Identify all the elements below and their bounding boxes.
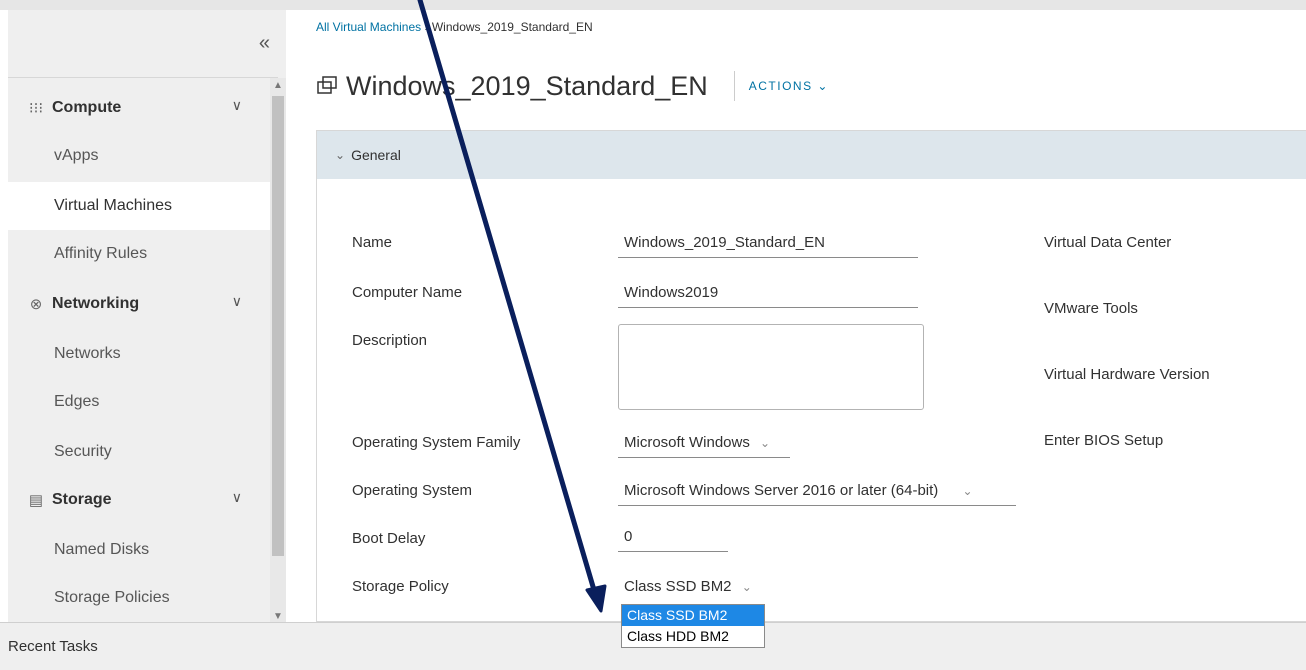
boot-delay-value: 0	[624, 528, 633, 545]
sidebar-item-security[interactable]: Security	[8, 428, 270, 476]
sidebar-group-networking[interactable]: ⊗ Networking ∨	[8, 280, 270, 328]
top-bar	[0, 0, 1306, 10]
sidebar-item-affinity-rules[interactable]: Affinity Rules	[8, 230, 270, 278]
computer-name-field[interactable]: Windows2019	[618, 284, 918, 308]
actions-button[interactable]: ACTIONS ⌄	[749, 79, 829, 93]
sidebar-item-label: Affinity Rules	[54, 245, 148, 262]
storage-policy-option[interactable]: Class HDD BM2	[622, 626, 764, 647]
chevron-down-icon: ⌄	[962, 484, 973, 498]
bios-setup-label: Enter BIOS Setup	[1044, 432, 1164, 449]
sidebar: « ⁝⁝⁝ Compute ∨ vApps Virtual Machines A…	[8, 10, 286, 624]
storage-policy-label: Storage Policy	[352, 578, 449, 595]
sidebar-group-storage[interactable]: ▤ Storage ∨	[8, 476, 270, 524]
boot-delay-label: Boot Delay	[352, 530, 426, 547]
page-title: Windows_2019_Standard_EN	[346, 70, 708, 101]
chevron-down-icon: ⌄	[741, 580, 752, 594]
chevron-down-icon: ∨	[231, 293, 242, 309]
name-label: Name	[352, 234, 393, 251]
sidebar-item-label: Storage Policies	[54, 589, 170, 606]
title-divider	[733, 71, 735, 101]
computer-name-value: Windows2019	[624, 284, 719, 301]
os-label: Operating System	[352, 482, 473, 499]
scroll-down-icon[interactable]: ▼	[273, 611, 283, 622]
sidebar-group-label: Compute	[52, 99, 122, 116]
chevron-down-icon: ⌄	[335, 148, 346, 162]
description-label: Description	[352, 332, 428, 349]
vm-icon	[317, 76, 337, 94]
os-value: Microsoft Windows Server 2016 or later (…	[624, 482, 939, 499]
breadcrumb-current: Windows_2019_Standard_EN	[431, 20, 593, 34]
sidebar-group-compute[interactable]: ⁝⁝⁝ Compute ∨	[8, 84, 270, 132]
sidebar-divider	[8, 77, 278, 78]
computer-name-label: Computer Name	[352, 284, 463, 301]
sidebar-item-vapps[interactable]: vApps	[8, 132, 270, 180]
networking-icon: ⊗	[29, 296, 43, 313]
sidebar-item-virtual-machines[interactable]: Virtual Machines	[8, 182, 270, 230]
breadcrumb: All Virtual Machines › Windows_2019_Stan…	[316, 20, 593, 34]
storage-policy-dropdown: Class SSD BM2 Class HDD BM2	[621, 604, 765, 648]
sidebar-item-networks[interactable]: Networks	[8, 330, 270, 378]
sidebar-group-label: Networking	[52, 295, 140, 312]
compute-icon: ⁝⁝⁝	[28, 100, 44, 117]
scrollbar-thumb[interactable]	[272, 96, 284, 556]
name-value: Windows_2019_Standard_EN	[624, 234, 825, 251]
sidebar-scrollbar[interactable]: ▲ ▼	[270, 78, 286, 624]
sidebar-item-label: Security	[54, 443, 112, 460]
collapse-sidebar-icon[interactable]: «	[259, 32, 270, 55]
vmware-tools-label: VMware Tools	[1044, 300, 1138, 317]
name-field[interactable]: Windows_2019_Standard_EN	[618, 234, 918, 258]
sidebar-item-label: Virtual Machines	[54, 197, 172, 214]
recent-tasks-label: Recent Tasks	[8, 638, 98, 655]
vdc-label: Virtual Data Center	[1044, 234, 1172, 251]
chevron-down-icon: ∨	[231, 97, 242, 113]
description-field[interactable]	[618, 324, 924, 410]
storage-policy-select[interactable]: Class SSD BM2 ⌄	[618, 578, 766, 602]
panel-title: General	[351, 147, 401, 163]
chevron-down-icon: ⌄	[817, 79, 829, 93]
actions-label: ACTIONS	[748, 79, 813, 93]
os-family-select[interactable]: Microsoft Windows ⌄	[618, 434, 790, 458]
boot-delay-field[interactable]: 0	[618, 528, 728, 552]
hw-version-label: Virtual Hardware Version	[1044, 366, 1210, 383]
sidebar-item-label: Named Disks	[54, 541, 150, 558]
storage-policy-value: Class SSD BM2	[624, 578, 732, 595]
scroll-up-icon[interactable]: ▲	[273, 80, 283, 91]
chevron-down-icon: ∨	[231, 489, 242, 505]
storage-icon: ▤	[28, 492, 44, 509]
sidebar-item-named-disks[interactable]: Named Disks	[8, 526, 270, 574]
sidebar-item-edges[interactable]: Edges	[8, 378, 270, 426]
breadcrumb-separator: ›	[424, 20, 429, 34]
breadcrumb-link-all-vms[interactable]: All Virtual Machines	[316, 20, 421, 34]
storage-policy-option[interactable]: Class SSD BM2	[622, 605, 764, 626]
os-family-value: Microsoft Windows	[624, 434, 750, 451]
os-family-label: Operating System Family	[352, 434, 521, 451]
sidebar-item-label: vApps	[54, 147, 99, 164]
sidebar-item-storage-policies[interactable]: Storage Policies	[8, 574, 270, 622]
general-panel-header[interactable]: ⌄ General	[317, 131, 1306, 179]
sidebar-item-label: Edges	[54, 393, 100, 410]
sidebar-item-label: Networks	[54, 345, 121, 362]
title-row: Windows_2019_Standard_EN ACTIONS ⌄	[316, 66, 829, 106]
os-select[interactable]: Microsoft Windows Server 2016 or later (…	[618, 482, 1016, 506]
sidebar-group-label: Storage	[52, 491, 112, 508]
chevron-down-icon: ⌄	[760, 436, 771, 450]
